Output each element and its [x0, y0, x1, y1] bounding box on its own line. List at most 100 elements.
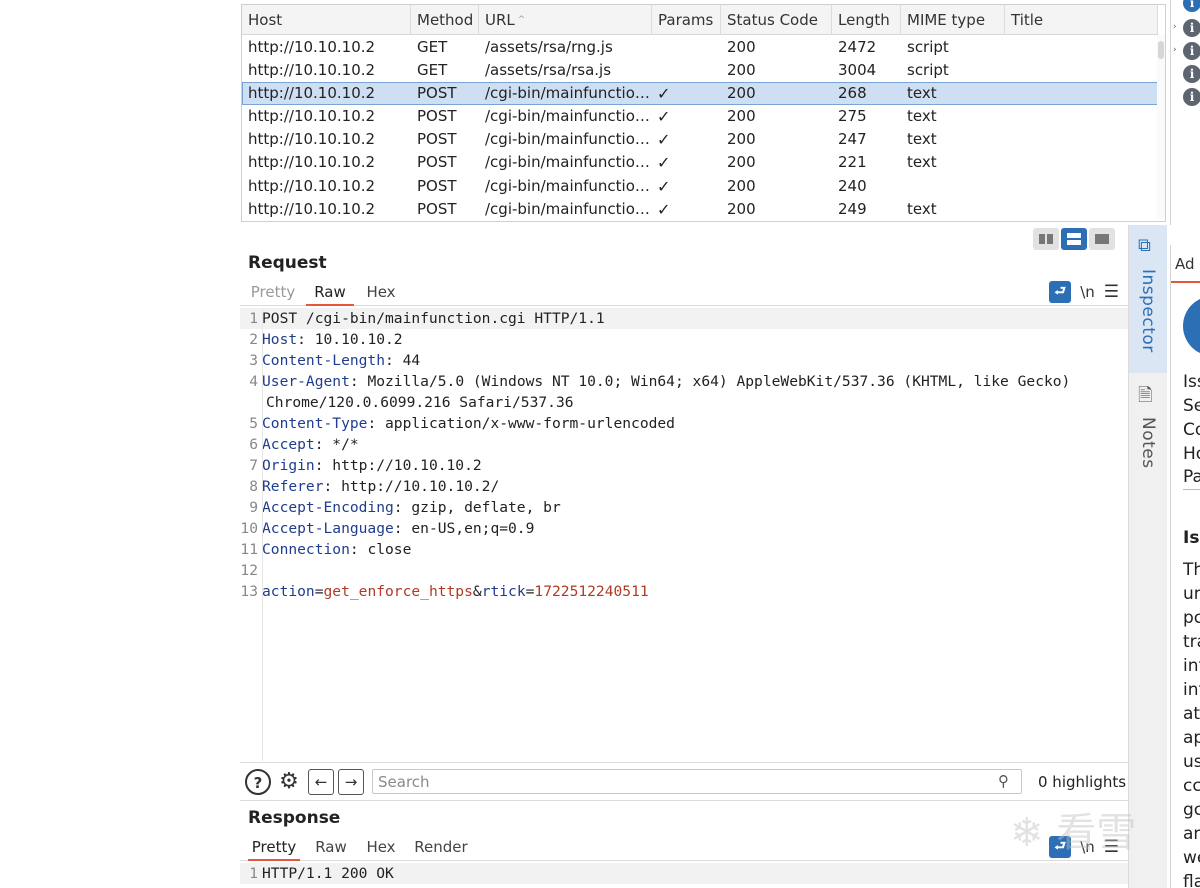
- table-row[interactable]: http://10.10.10.2 POST/cgi-bin/mainfuncti…: [242, 198, 1158, 219]
- layout-tabs-button[interactable]: [1089, 228, 1115, 250]
- cell-params: [652, 36, 721, 59]
- column-method[interactable]: Method: [411, 5, 479, 35]
- column-mime-type[interactable]: MIME type: [901, 5, 1005, 35]
- cell-length: 249: [838, 199, 867, 218]
- table-row[interactable]: http://10.10.10.2 GET/assets/rsa/rsa.js 20…: [242, 59, 1158, 82]
- request-tabs: Pretty Raw Hex ⮐ \n ☰: [240, 280, 1128, 306]
- issue-text-line: tra: [1183, 632, 1200, 652]
- response-tab-render[interactable]: Render: [414, 835, 468, 861]
- table-row[interactable]: http://10.10.10.2 POST/cgi-bin/mainfuncti…: [242, 128, 1158, 151]
- tab-notes[interactable]: 🗎 Notes: [1129, 375, 1167, 475]
- response-tab-raw[interactable]: Raw: [312, 835, 350, 861]
- request-tab-hex[interactable]: Hex: [362, 280, 400, 306]
- info-icon[interactable]: i: [1183, 0, 1200, 12]
- response-tab-pretty[interactable]: Pretty: [248, 835, 300, 861]
- table-row[interactable]: http://10.10.10.2 POST/cgi-bin/mainfuncti…: [242, 175, 1158, 198]
- cell-host: http://10.10.10.2: [248, 38, 376, 56]
- column-length[interactable]: Length: [832, 5, 901, 35]
- help-circle-icon[interactable]: ?: [245, 769, 271, 795]
- issue-heading: Iss: [1183, 528, 1200, 548]
- cell-mime: text: [907, 153, 937, 172]
- info-icon[interactable]: i: [1183, 65, 1200, 83]
- watermark-logo: ❄ 看雪: [1010, 810, 1137, 856]
- body-param-name: rtick: [481, 583, 526, 600]
- info-icon[interactable]: i: [1183, 19, 1200, 37]
- request-search-bar: ? ⚙ ← → ⚲ 0 highlights: [240, 762, 1128, 800]
- issue-text-line: us: [1183, 752, 1200, 772]
- cell-length: 3004: [838, 61, 877, 80]
- cell-method: GET: [417, 38, 448, 56]
- response-title: Response: [248, 808, 341, 828]
- tab-inspector[interactable]: ⧉ Inspector: [1129, 225, 1167, 373]
- table-header: Host Method URL ^ Params Status Code Leng…: [242, 5, 1158, 35]
- table-row[interactable]: http://10.10.10.2 POST/cgi-bin/mainfuncti…: [242, 105, 1158, 128]
- scrollbar-thumb[interactable]: [1158, 41, 1164, 59]
- code-line: 5 Content-Type: application/x-www-form-ur…: [249, 415, 675, 432]
- hamburger-menu-icon[interactable]: ☰: [1104, 282, 1119, 302]
- issue-field: Iss: [1183, 372, 1200, 392]
- chevron-right-icon[interactable]: ›: [1173, 22, 1177, 32]
- layout-stacked-button[interactable]: [1061, 228, 1087, 250]
- table-row[interactable]: http://10.10.10.2 GET/assets/rsa/rng.js 20…: [242, 36, 1158, 59]
- response-tab-hex[interactable]: Hex: [364, 835, 398, 861]
- request-tab-raw[interactable]: Raw: [306, 280, 354, 306]
- issue-text-line: we: [1183, 848, 1200, 868]
- table-row[interactable]: http://10.10.10.2 POST/cgi-bin/mainfuncti…: [242, 82, 1158, 106]
- header-value: application/x-www-form-urlencoded: [385, 415, 675, 432]
- inspector-icon: ⧉: [1138, 235, 1151, 256]
- body-param-value: 1722512240511: [534, 583, 649, 600]
- header-value: gzip, deflate, br: [411, 499, 561, 516]
- column-title[interactable]: Title: [1005, 5, 1158, 35]
- gear-icon[interactable]: ⚙: [276, 769, 302, 795]
- cell-status: 200: [727, 176, 756, 195]
- header-name: Content-Type: [262, 415, 368, 432]
- info-icon[interactable]: i: [1183, 42, 1200, 60]
- column-params[interactable]: Params: [652, 5, 721, 35]
- http-history-table: Host Method URL ^ Params Status Code Leng…: [241, 4, 1166, 222]
- show-newlines-button[interactable]: \n: [1080, 283, 1095, 301]
- table-scrollbar[interactable]: [1157, 35, 1165, 219]
- cell-mime: script: [907, 61, 949, 80]
- chevron-right-icon[interactable]: ›: [1173, 45, 1177, 55]
- code-line: 10 Accept-Language: en-US,en;q=0.9: [240, 520, 535, 537]
- cell-params: ✓: [657, 153, 671, 173]
- issue-tab-advisory[interactable]: Ad: [1175, 255, 1195, 273]
- severity-icon: [1183, 296, 1200, 356]
- cell-title: [1005, 59, 1158, 82]
- arrow-right-icon[interactable]: →: [338, 769, 364, 795]
- cell-params: ✓: [657, 176, 671, 196]
- table-body: http://10.10.10.2 GET/assets/rsa/rng.js 20…: [242, 36, 1158, 219]
- request-editor-tools: ⮐ \n ☰: [1049, 281, 1119, 303]
- table-row[interactable]: http://10.10.10.2 POST/cgi-bin/mainfuncti…: [242, 151, 1158, 174]
- code-line: 6 Accept: */*: [249, 436, 359, 453]
- arrow-left-icon[interactable]: ←: [308, 769, 334, 795]
- info-icon[interactable]: i: [1183, 88, 1200, 106]
- cell-url: /cgi-bin/mainfunction....: [485, 199, 652, 218]
- column-host[interactable]: Host: [242, 5, 411, 35]
- issue-text-line: gc: [1183, 800, 1200, 820]
- issue-tab-underline: [1171, 281, 1200, 283]
- word-wrap-icon[interactable]: ⮐: [1049, 281, 1072, 303]
- cell-length: 268: [838, 84, 867, 103]
- inspector-label: Inspector: [1138, 269, 1158, 353]
- cell-length: 275: [838, 107, 867, 126]
- cell-url: /cgi-bin/mainfunction....: [485, 84, 652, 103]
- request-raw-editor[interactable]: 1 POST /cgi-bin/mainfunction.cgi HTTP/1.1…: [240, 308, 1128, 761]
- cell-status: 200: [727, 84, 756, 103]
- column-url[interactable]: URL ^: [479, 5, 652, 35]
- code-line: 13 action=get_enforce_https&rtick=1722512…: [240, 583, 649, 600]
- issue-text-line: an: [1183, 824, 1200, 844]
- response-tabs: Pretty Raw Hex Render ⮐ \n ☰: [240, 835, 1128, 861]
- code-line: 8 Referer: http://10.10.10.2/: [249, 478, 500, 495]
- cell-title: [1005, 128, 1158, 151]
- layout-side-by-side-button[interactable]: [1033, 228, 1059, 250]
- response-pretty-editor[interactable]: 1 HTTP/1.1 200 OK: [240, 863, 1128, 888]
- search-input[interactable]: [372, 769, 1022, 794]
- cell-title: [1005, 151, 1158, 174]
- request-tab-pretty[interactable]: Pretty: [248, 280, 298, 306]
- body-param-value: get_enforce_https: [323, 583, 473, 600]
- cell-status: 200: [727, 153, 756, 172]
- issue-text-line: pc: [1183, 608, 1200, 628]
- column-status-code[interactable]: Status Code: [721, 5, 832, 35]
- cell-url: /cgi-bin/mainfunction....: [485, 107, 652, 126]
